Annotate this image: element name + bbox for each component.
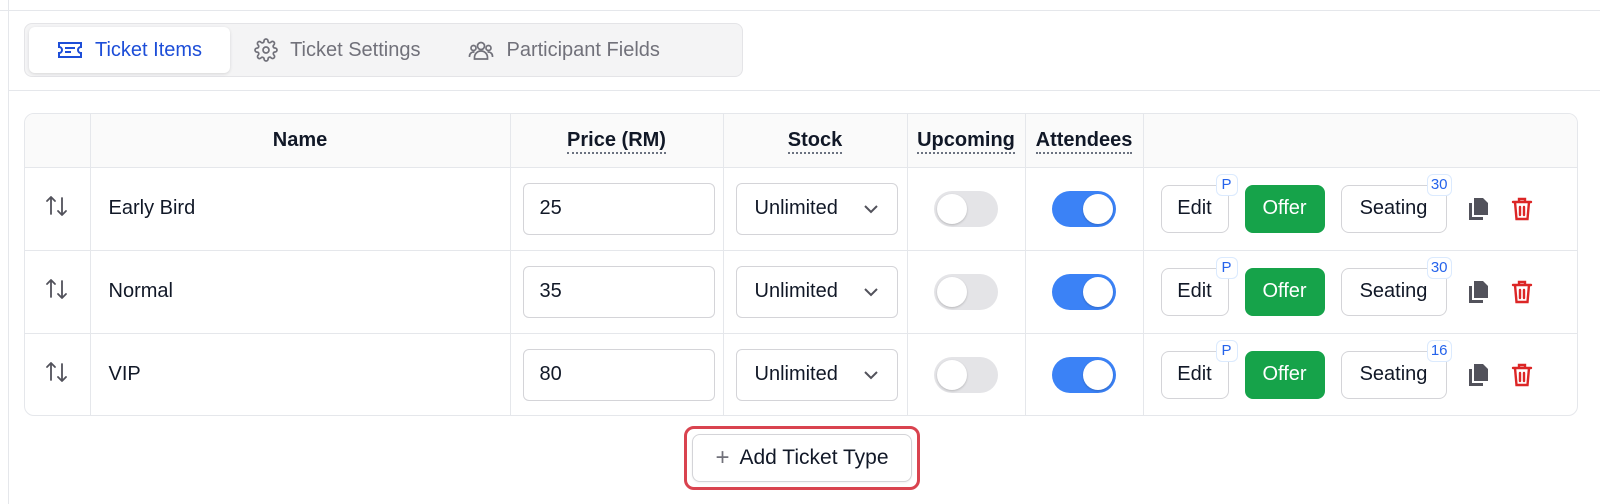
- header-sort: [25, 114, 91, 168]
- ticket-items-table: Name Price (RM) Stock Upcoming Attendees…: [24, 113, 1578, 416]
- add-ticket-type-highlight: + Add Ticket Type: [684, 426, 920, 490]
- ticket-name: Normal: [90, 250, 511, 334]
- header-attendees: Attendees: [1025, 114, 1144, 168]
- copy-icon[interactable]: [1467, 363, 1489, 387]
- edit-button[interactable]: Edit P: [1160, 173, 1238, 233]
- sort-arrows-icon: [46, 278, 68, 299]
- table-row: VIP 80 Unlimited Edit P Offer Seating 16: [25, 333, 1577, 415]
- price-input[interactable]: 25: [522, 182, 715, 235]
- offer-button[interactable]: Offer: [1244, 267, 1325, 316]
- tab-bar: Ticket Items Ticket Settings Participant…: [24, 23, 743, 77]
- chevron-down-icon: [863, 371, 878, 380]
- price-input[interactable]: 80: [522, 348, 715, 401]
- tab-ticket-settings[interactable]: Ticket Settings: [230, 27, 444, 73]
- sort-handle[interactable]: [25, 167, 91, 251]
- seating-badge: 30: [1426, 256, 1452, 279]
- attendees-toggle[interactable]: [1052, 273, 1116, 310]
- copy-icon[interactable]: [1467, 197, 1489, 221]
- offer-button[interactable]: Offer: [1244, 350, 1325, 399]
- header-upcoming: Upcoming: [907, 114, 1026, 168]
- seating-label: Seating: [1359, 280, 1428, 302]
- chevron-down-icon: [863, 287, 878, 296]
- attendees-toggle[interactable]: [1052, 356, 1116, 393]
- trash-icon[interactable]: [1511, 196, 1533, 222]
- edit-label: Edit: [1177, 280, 1212, 302]
- table-row: Early Bird 25 Unlimited Edit P Offer Sea…: [25, 167, 1577, 251]
- header-price: Price (RM): [510, 114, 724, 168]
- edit-button[interactable]: Edit P: [1160, 339, 1238, 399]
- sort-handle[interactable]: [25, 250, 91, 334]
- seating-badge: 16: [1426, 339, 1452, 362]
- tab-participant-fields[interactable]: Participant Fields: [444, 27, 683, 73]
- tab-label: Ticket Settings: [290, 38, 421, 61]
- stock-select[interactable]: Unlimited: [735, 348, 898, 401]
- seating-label: Seating: [1359, 197, 1428, 219]
- top-divider: [0, 10, 1600, 11]
- ticket-name: Early Bird: [90, 167, 511, 251]
- seating-button[interactable]: Seating 30: [1340, 256, 1452, 316]
- plus-icon: +: [715, 444, 730, 471]
- seating-button[interactable]: Seating 30: [1340, 173, 1452, 233]
- tab-label: Ticket Items: [95, 38, 203, 61]
- upcoming-toggle[interactable]: [934, 190, 998, 227]
- sort-arrows-icon: [46, 361, 68, 382]
- edit-badge: P: [1215, 173, 1238, 196]
- edit-label: Edit: [1177, 363, 1212, 386]
- stock-value: Unlimited: [754, 280, 838, 302]
- ticket-icon: [58, 42, 82, 58]
- sort-arrows-icon: [46, 195, 68, 216]
- edit-label: Edit: [1177, 197, 1212, 219]
- offer-button[interactable]: Offer: [1244, 184, 1325, 233]
- price-input[interactable]: 35: [522, 265, 715, 318]
- tabs-divider: [8, 90, 1600, 91]
- header-name: Name: [90, 114, 511, 168]
- copy-icon[interactable]: [1467, 280, 1489, 304]
- trash-icon[interactable]: [1511, 362, 1533, 388]
- chevron-down-icon: [863, 204, 878, 213]
- tab-ticket-items[interactable]: Ticket Items: [29, 27, 231, 73]
- stock-select[interactable]: Unlimited: [735, 265, 898, 318]
- seating-button[interactable]: Seating 16: [1340, 339, 1452, 399]
- header-stock: Stock: [723, 114, 908, 168]
- attendees-toggle[interactable]: [1052, 190, 1116, 227]
- offer-label: Offer: [1262, 280, 1307, 302]
- edit-badge: P: [1215, 256, 1238, 279]
- stock-value: Unlimited: [754, 363, 838, 386]
- users-icon: [469, 41, 494, 60]
- ticket-name: VIP: [90, 333, 511, 415]
- table-header-row: Name Price (RM) Stock Upcoming Attendees: [25, 114, 1577, 168]
- sort-handle[interactable]: [25, 333, 91, 415]
- edit-badge: P: [1215, 339, 1238, 362]
- stock-value: Unlimited: [754, 197, 838, 219]
- offer-label: Offer: [1262, 363, 1307, 386]
- header-actions: [1143, 114, 1577, 168]
- seating-label: Seating: [1359, 363, 1428, 386]
- gear-icon: [254, 38, 278, 62]
- trash-icon[interactable]: [1511, 279, 1533, 305]
- offer-label: Offer: [1262, 197, 1307, 219]
- upcoming-toggle[interactable]: [934, 273, 998, 310]
- upcoming-toggle[interactable]: [934, 356, 998, 393]
- tab-label: Participant Fields: [506, 38, 660, 61]
- left-border: [8, 0, 9, 504]
- stock-select[interactable]: Unlimited: [735, 182, 898, 235]
- seating-badge: 30: [1426, 173, 1452, 196]
- add-ticket-type-button[interactable]: + Add Ticket Type: [692, 434, 912, 482]
- add-ticket-type-label: Add Ticket Type: [739, 446, 889, 469]
- table-row: Normal 35 Unlimited Edit P Offer Seating…: [25, 250, 1577, 334]
- edit-button[interactable]: Edit P: [1160, 256, 1238, 316]
